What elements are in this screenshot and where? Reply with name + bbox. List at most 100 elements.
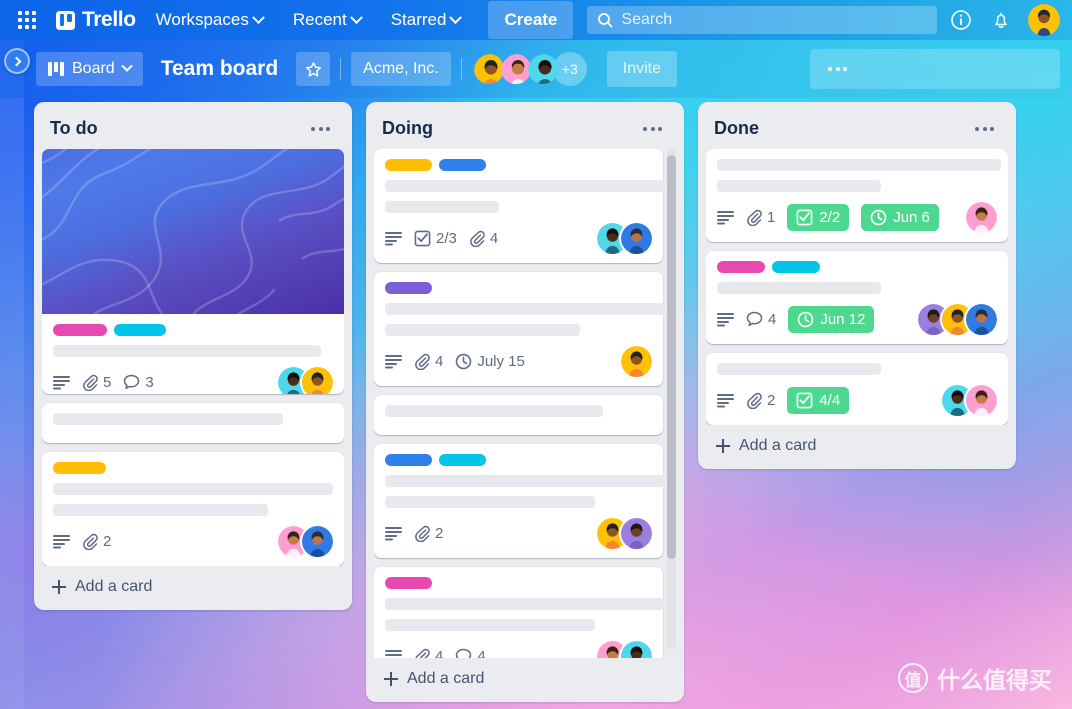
page-title[interactable]: Team board (153, 57, 286, 81)
board-menu-button[interactable] (810, 49, 1060, 89)
list-scrollbar[interactable] (667, 149, 676, 650)
badge-attachment[interactable]: 4 (414, 353, 443, 370)
list-menu-button[interactable] (969, 121, 1000, 137)
add-card-label: Add a card (739, 437, 817, 454)
board-view-label: Board (72, 60, 115, 77)
avatar[interactable] (526, 52, 560, 86)
divider (460, 58, 462, 80)
create-button[interactable]: Create (488, 1, 574, 39)
search-box[interactable] (587, 6, 938, 34)
nav-recent-label: Recent (292, 10, 347, 29)
nav-recent[interactable]: Recent (283, 4, 371, 36)
badge-comment[interactable]: 4 (746, 311, 776, 328)
card-label[interactable] (439, 454, 486, 466)
nav-starred[interactable]: Starred (381, 4, 471, 36)
card[interactable]: 4 July 15 (374, 272, 665, 386)
badge-attachment[interactable]: 4 (414, 648, 443, 658)
card-label[interactable] (114, 324, 166, 336)
card[interactable] (42, 403, 344, 443)
badge-description[interactable] (717, 312, 734, 327)
add-card-button[interactable]: Add a card (42, 566, 344, 602)
avatar[interactable] (621, 640, 652, 658)
card-label[interactable] (385, 577, 432, 589)
card-label[interactable] (53, 462, 106, 474)
badge-due-complete[interactable]: Jun 12 (788, 305, 875, 333)
badge-comment[interactable]: 3 (123, 374, 154, 391)
badge-attachment[interactable]: 4 (469, 230, 498, 247)
badge-description[interactable] (385, 526, 402, 541)
sidebar-expand-button[interactable] (4, 48, 30, 74)
badge-text: 2/2 (819, 208, 841, 226)
trello-home-logo[interactable]: Trello (56, 8, 136, 32)
badge-text: 4 (489, 229, 499, 247)
list-doing: Doing 2/3 4 4 July 15 2 4 4 Add a card (366, 102, 684, 702)
avatar[interactable] (966, 303, 997, 335)
badge-description[interactable] (717, 210, 734, 225)
nav-workspaces[interactable]: Workspaces (146, 4, 273, 36)
search-input[interactable] (621, 11, 928, 29)
badge-checklist-complete[interactable]: 4/4 (787, 386, 850, 414)
badge-description[interactable] (385, 649, 402, 658)
badge-due[interactable]: July 15 (455, 353, 525, 370)
star-board-button[interactable] (296, 52, 331, 86)
card[interactable]: 53 (42, 149, 344, 394)
notification-bell-icon[interactable] (988, 7, 1014, 33)
add-card-button[interactable]: Add a card (706, 425, 1008, 461)
avatar[interactable] (1028, 4, 1060, 36)
workspace-chip[interactable]: Acme, Inc. (351, 52, 451, 86)
card[interactable]: 2 (374, 444, 665, 558)
card-label[interactable] (385, 159, 432, 171)
card[interactable]: 1 2/2 Jun 6 (706, 149, 1008, 242)
info-icon[interactable] (948, 7, 974, 33)
badge-description[interactable] (385, 231, 402, 246)
card[interactable]: 2 (42, 452, 344, 566)
invite-button[interactable]: Invite (606, 51, 677, 87)
badge-attachment[interactable]: 2 (82, 533, 111, 550)
badge-checklist[interactable]: 2/3 (414, 230, 457, 247)
avatar[interactable] (302, 366, 333, 394)
avatar[interactable] (966, 384, 997, 416)
badge-checklist-complete[interactable]: 2/2 (787, 203, 850, 231)
avatar[interactable] (621, 222, 652, 254)
card-list: 2/3 4 4 July 15 2 44 (374, 149, 676, 658)
add-card-label: Add a card (407, 670, 485, 687)
card-title-placeholder (717, 363, 881, 375)
add-card-button[interactable]: Add a card (374, 658, 676, 694)
card-label[interactable] (717, 261, 765, 273)
avatar[interactable] (621, 345, 652, 377)
badge-due-complete[interactable]: Jun 6 (861, 203, 939, 231)
board-header-bar: Board Team board Acme, Inc. +3 Invite (0, 40, 1072, 98)
badge-comment[interactable]: 4 (455, 648, 486, 658)
card-label[interactable] (385, 454, 432, 466)
badge-description[interactable] (53, 375, 70, 390)
card[interactable]: 4 Jun 12 (706, 251, 1008, 344)
list-menu-button[interactable] (637, 121, 668, 137)
card[interactable]: 44 (374, 567, 665, 658)
scrollbar-thumb[interactable] (667, 155, 676, 559)
card-members (278, 366, 333, 394)
card-label[interactable] (439, 159, 486, 171)
board-view-switcher[interactable]: Board (36, 52, 143, 86)
badge-description[interactable] (53, 534, 70, 549)
card-label[interactable] (385, 282, 432, 294)
card[interactable] (374, 395, 663, 435)
avatar[interactable] (302, 525, 333, 557)
list-menu-button[interactable] (305, 121, 336, 137)
card-title-placeholder (717, 180, 881, 192)
badge-attachment[interactable]: 2 (746, 392, 775, 409)
card-label[interactable] (53, 324, 107, 336)
avatar[interactable] (966, 201, 997, 233)
card[interactable]: 2 4/4 (706, 353, 1008, 425)
card-label[interactable] (772, 261, 820, 273)
avatar[interactable] (621, 517, 652, 549)
badge-description[interactable] (717, 393, 734, 408)
app-grid-icon[interactable] (14, 7, 40, 33)
card-members (918, 303, 997, 335)
badge-attachment[interactable]: 2 (414, 525, 443, 542)
card-badges: 2 (385, 517, 652, 549)
badge-attachment[interactable]: 1 (746, 209, 775, 226)
badge-attachment[interactable]: 5 (82, 374, 111, 391)
card-title-placeholder (385, 475, 665, 487)
badge-description[interactable] (385, 354, 402, 369)
card[interactable]: 2/3 4 (374, 149, 665, 263)
